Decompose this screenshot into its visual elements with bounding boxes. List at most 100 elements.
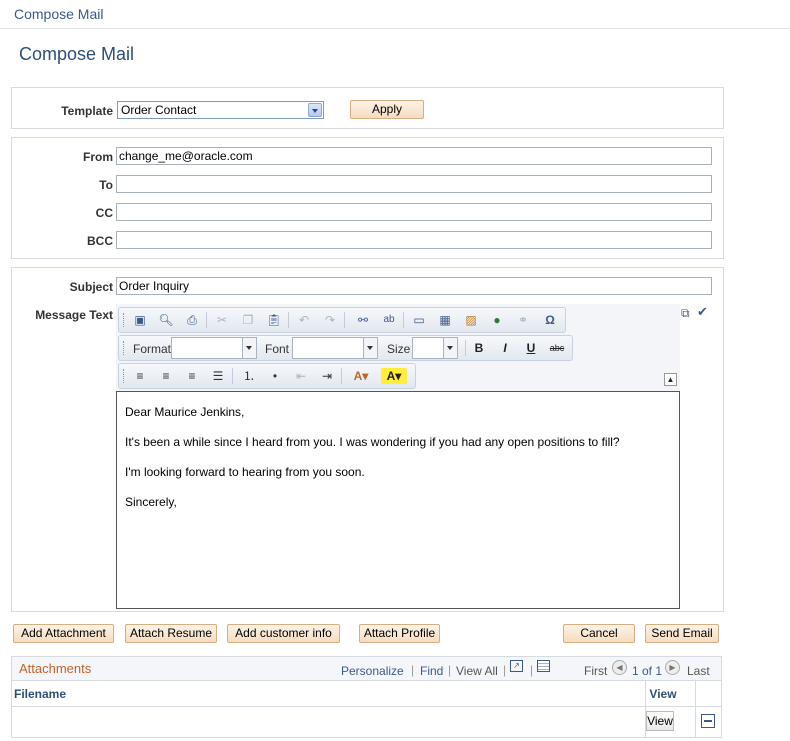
collapse-toolbar-icon[interactable]: ▲ (664, 373, 677, 386)
link-icon[interactable]: ● (489, 312, 505, 328)
chevron-down-icon[interactable] (363, 338, 377, 358)
toolbar-separator (403, 312, 404, 328)
filename-column-header[interactable]: Filename (14, 687, 66, 701)
divider: | (503, 663, 507, 677)
personalize-link[interactable]: Personalize (341, 664, 404, 678)
size-select[interactable] (412, 337, 458, 359)
bold-button[interactable]: B (471, 340, 487, 356)
toolbar-grip (123, 369, 126, 383)
last-label[interactable]: Last (687, 664, 710, 678)
add-attachment-button[interactable]: Add Attachment (13, 624, 114, 643)
text-color-icon[interactable]: A▾ (348, 368, 374, 384)
background-color-icon[interactable]: A▾ (381, 368, 407, 384)
size-label: Size (387, 342, 411, 356)
page-count: 1 of 1 (632, 664, 663, 678)
chevron-down-icon[interactable] (308, 103, 322, 117)
page-title: Compose Mail (19, 44, 135, 64)
next-icon[interactable]: ▶ (665, 660, 680, 675)
cut-icon[interactable]: ✂ (214, 312, 230, 328)
find-icon[interactable]: ⚯ (355, 312, 371, 328)
message-line: Dear Maurice Jenkins, (125, 405, 245, 419)
toolbar-separator (344, 312, 345, 328)
breadcrumb[interactable]: Compose Mail (14, 6, 103, 22)
source-icon[interactable]: ▣ (132, 312, 148, 328)
maximize-icon[interactable]: ⧉ (681, 306, 690, 321)
message-text-label: Message Text (35, 308, 113, 322)
header-divider (0, 28, 790, 29)
toolbar-separator (341, 368, 342, 384)
view-column-header: View (649, 687, 677, 701)
download-icon[interactable] (537, 660, 550, 672)
format-select[interactable] (171, 337, 257, 359)
delete-row-icon[interactable] (701, 714, 715, 728)
special-char-icon[interactable]: Ω (542, 312, 558, 328)
send-email-button[interactable]: Send Email (645, 624, 719, 643)
toolbar-separator (206, 312, 207, 328)
numbered-list-icon[interactable]: ⒈ (241, 368, 257, 384)
preview-icon[interactable]: 🔍︎ (158, 312, 174, 328)
divider: | (448, 663, 452, 677)
toolbar-separator (288, 312, 289, 328)
first-label[interactable]: First (584, 664, 607, 678)
unlink-icon[interactable]: ⚭ (515, 312, 531, 328)
column-divider (695, 681, 696, 737)
font-label: Font (265, 342, 290, 356)
align-center-icon[interactable]: ≡ (158, 368, 174, 384)
undo-icon[interactable]: ↶ (296, 312, 312, 328)
spell-check-icon[interactable]: ✔ (697, 304, 708, 320)
view-all-link[interactable]: View All (456, 664, 498, 678)
attachments-title: Attachments (19, 661, 92, 676)
bullet-list-icon[interactable]: • (267, 368, 283, 384)
italic-button[interactable]: I (497, 340, 513, 356)
copy-icon[interactable]: ❐ (240, 312, 256, 328)
indent-icon[interactable]: ⇥ (319, 368, 335, 384)
horizontal-rule-icon[interactable]: ▭ (411, 312, 427, 328)
message-line: I'm looking forward to hearing from you … (125, 465, 365, 479)
message-editor[interactable]: Dear Maurice Jenkins, It's been a while … (116, 391, 680, 609)
strikethrough-button[interactable]: abc (547, 340, 567, 356)
chevron-down-icon[interactable] (242, 338, 256, 358)
apply-button[interactable]: Apply (350, 100, 424, 119)
to-field[interactable] (116, 175, 712, 193)
align-left-icon[interactable]: ≡ (132, 368, 148, 384)
toolbar-grip (123, 313, 126, 327)
cancel-button[interactable]: Cancel (563, 624, 635, 643)
message-line: Sincerely, (125, 495, 177, 509)
toolbar-row-3: ≡ ≡ ≡ ☰ ⒈ • ⇤ ⇥ A▾ A▾ (118, 363, 416, 389)
paste-icon[interactable]: 📋︎ (266, 312, 282, 328)
print-icon[interactable]: ⎙ (184, 312, 200, 328)
message-line: It's been a while since I heard from you… (125, 435, 620, 449)
view-attachment-button[interactable]: View (646, 711, 674, 731)
bcc-label: BCC (87, 234, 113, 248)
previous-icon[interactable]: ◀ (612, 660, 627, 675)
template-select[interactable]: Order Contact (117, 101, 324, 119)
toolbar-row-2: Format Font Size B I U abc (118, 335, 573, 361)
replace-icon[interactable]: ab (381, 312, 397, 328)
add-customer-info-button[interactable]: Add customer info (227, 624, 340, 643)
subject-field[interactable]: Order Inquiry (116, 277, 712, 295)
outdent-icon[interactable]: ⇤ (293, 368, 309, 384)
bcc-field[interactable] (116, 231, 712, 249)
font-select[interactable] (292, 337, 378, 359)
toolbar-row-1: ▣ 🔍︎ ⎙ ✂ ❐ 📋︎ ↶ ↷ ⚯ ab ▭ ▦ ▨ ● ⚭ Ω (118, 307, 566, 333)
justify-icon[interactable]: ☰ (210, 368, 226, 384)
toolbar-separator (232, 368, 233, 384)
underline-button[interactable]: U (523, 340, 539, 356)
attach-profile-button[interactable]: Attach Profile (359, 624, 440, 643)
subject-label: Subject (69, 280, 113, 294)
cc-field[interactable] (116, 203, 712, 221)
from-field[interactable]: change_me@oracle.com (116, 147, 712, 165)
chevron-down-icon[interactable] (443, 338, 457, 358)
attach-resume-button[interactable]: Attach Resume (125, 624, 217, 643)
template-label: Template (61, 104, 113, 118)
cc-label: CC (95, 206, 113, 220)
attachments-column-header-row (12, 681, 721, 707)
to-label: To (99, 178, 113, 192)
new-window-icon[interactable]: ↗ (510, 660, 523, 672)
redo-icon[interactable]: ↷ (322, 312, 338, 328)
from-label: From (83, 150, 113, 164)
table-icon[interactable]: ▦ (437, 312, 453, 328)
align-right-icon[interactable]: ≡ (184, 368, 200, 384)
image-icon[interactable]: ▨ (463, 312, 479, 328)
find-link[interactable]: Find (420, 664, 443, 678)
